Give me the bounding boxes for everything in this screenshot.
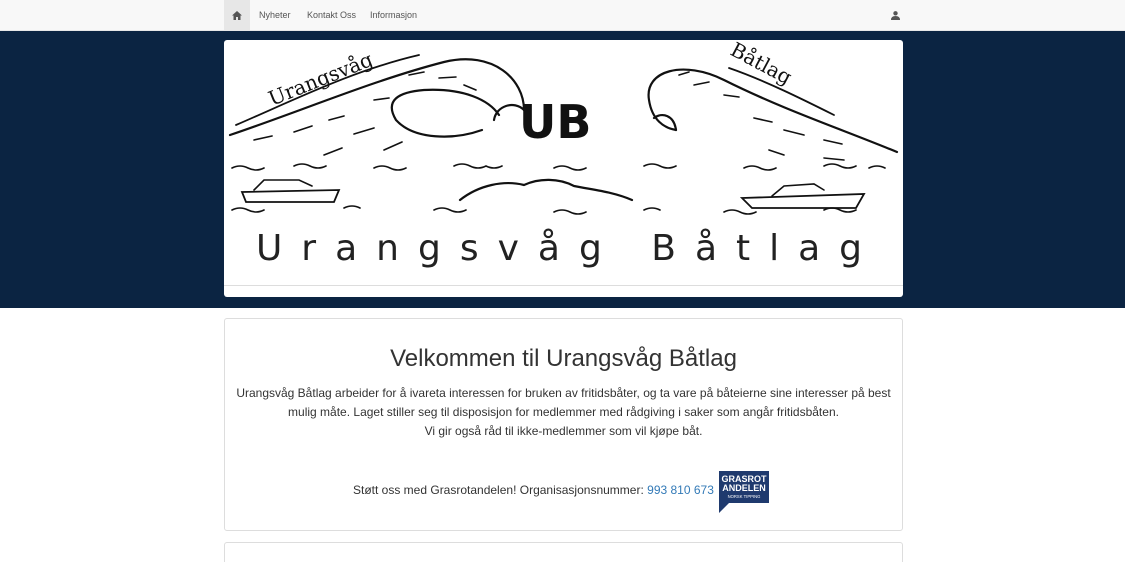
nav-home-button[interactable]	[224, 0, 250, 31]
intro-paragraph-2: Vi gir også råd til ikke-medlemmer som v…	[424, 424, 703, 438]
support-text-line: Støtt oss med Grasrotandelen! Organisasj…	[353, 483, 714, 497]
next-panel	[224, 542, 903, 562]
nav-item-kontakt-oss[interactable]: Kontakt Oss	[307, 0, 356, 31]
intro-paragraph: Urangsvåg Båtlag arbeider for å ivareta …	[236, 386, 891, 419]
welcome-panel: Velkommen til Urangsvåg Båtlag Urangsvåg…	[224, 318, 903, 531]
grasrot-badge[interactable]: GRASROT ANDELEN NORSK TIPPING	[717, 469, 771, 513]
home-icon	[232, 11, 242, 20]
navbar-container: Nyheter Kontakt Oss Informasjon	[224, 0, 903, 31]
welcome-intro: Urangsvåg Båtlag arbeider for å ivareta …	[235, 384, 892, 441]
welcome-heading: Velkommen til Urangsvåg Båtlag	[390, 345, 737, 372]
top-navbar: Nyheter Kontakt Oss Informasjon	[0, 0, 1125, 31]
logo-text-left: Urangsvåg	[265, 47, 376, 111]
nav-item-informasjon[interactable]: Informasjon	[370, 0, 417, 31]
banner-title: Urangsvåg Båtlag	[255, 228, 882, 269]
nav-item-nyheter[interactable]: Nyheter	[259, 0, 291, 31]
banner-card: UB Urangsvåg Båtlag Urangsvåg Båtlag	[224, 40, 903, 297]
logo-monogram: UB	[519, 95, 591, 149]
org-number-link[interactable]: 993 810 673	[647, 483, 714, 497]
badge-line-3: NORSK TIPPING	[728, 494, 761, 499]
banner-divider	[224, 285, 903, 286]
support-text: Støtt oss med Grasrotandelen! Organisasj…	[353, 483, 644, 497]
user-menu-button[interactable]	[887, 0, 903, 31]
logo-text-right: Båtlag	[727, 40, 797, 89]
grasrot-support: Støtt oss med Grasrotandelen! Organisasj…	[225, 469, 902, 513]
user-icon	[890, 11, 900, 20]
badge-line-2: ANDELEN	[722, 483, 766, 493]
